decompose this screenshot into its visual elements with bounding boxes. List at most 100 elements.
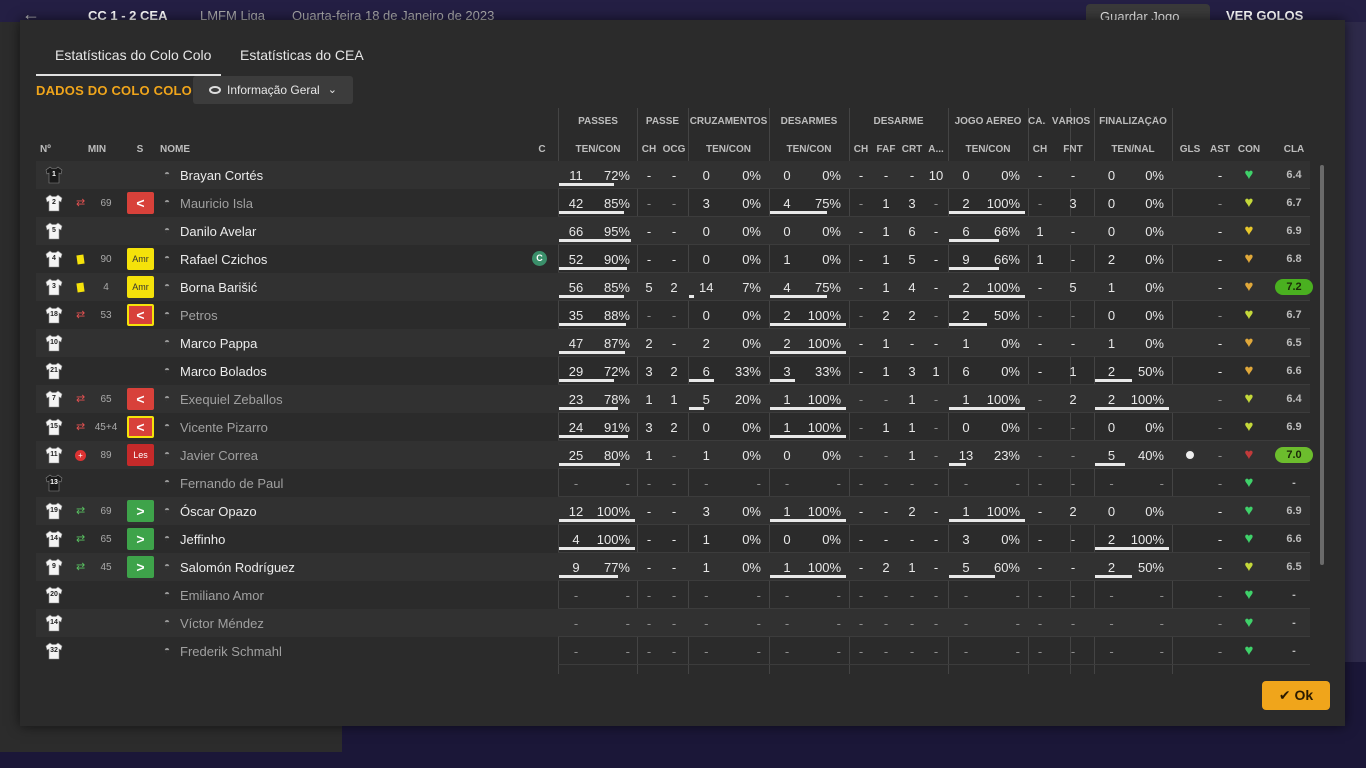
sub-on-badge: > (127, 528, 154, 550)
key-passes: 2 (645, 336, 653, 351)
aerials-attempts: 3 (962, 532, 970, 547)
passes-attempts: 66 (568, 224, 584, 239)
player-icon: ◓ (164, 253, 171, 264)
sub-off-icon: ⇄ (76, 421, 86, 433)
condition-heart-icon: ♥ (1244, 306, 1254, 323)
clearances: - (909, 616, 915, 631)
player-name[interactable]: Salomón Rodríguez (180, 560, 295, 575)
saves: - (933, 448, 939, 463)
interceptions: - (858, 224, 864, 239)
passes-attempts: 42 (568, 196, 584, 211)
fouls-against: - (1070, 448, 1076, 463)
passes-bar (559, 295, 624, 298)
aerials-attempts: - (963, 616, 969, 631)
tackles-pct: - (836, 588, 841, 603)
passes-pct: 77% (603, 560, 630, 575)
player-rating: - (1292, 477, 1296, 489)
shots-pct: 50% (1137, 364, 1164, 379)
player-name[interactable]: Jeffinho (180, 532, 225, 547)
player-name[interactable]: Marco Bolados (180, 364, 267, 379)
shirt-number: 9 (52, 563, 56, 570)
scrollbar-thumb[interactable] (1320, 165, 1324, 565)
clearances: 2 (908, 504, 916, 519)
player-name[interactable]: Brayan Cortés (180, 168, 263, 183)
fouls-against: - (1070, 532, 1076, 547)
tackles-bar (770, 435, 846, 438)
crosses-attempts: 0 (702, 308, 710, 323)
shirt-icon: 2 (44, 193, 64, 213)
passes-pct: 80% (603, 448, 630, 463)
player-icon: ◓ (164, 533, 171, 544)
chances-created: - (671, 504, 677, 519)
player-name[interactable]: Javier Correa (180, 448, 258, 463)
passes-pct: 100% (596, 532, 630, 547)
group-header-ca: CA... (1028, 116, 1046, 127)
shirt-number: 18 (50, 311, 58, 318)
tackles-pct: 100% (807, 392, 841, 407)
interceptions: - (858, 476, 864, 491)
tab-cea-stats[interactable]: Estatísticas do CEA (240, 42, 364, 76)
player-name[interactable]: Danilo Avelar (180, 224, 256, 239)
clearances: - (909, 168, 915, 183)
saves: - (933, 196, 939, 211)
player-name[interactable]: Emiliano Amor (180, 588, 264, 603)
shots-bar (1095, 575, 1132, 578)
ok-label: Ok (1294, 687, 1314, 703)
chances-created: 2 (670, 364, 678, 379)
player-name[interactable]: Víctor Méndez (180, 616, 264, 631)
shots-pct: 100% (1130, 392, 1164, 407)
passes-attempts: 35 (568, 308, 584, 323)
tackles-pct: 0% (822, 532, 841, 547)
passes-attempts: 52 (568, 252, 584, 267)
shirt-number: 3 (52, 283, 56, 290)
crosses-attempts: - (704, 588, 709, 603)
player-name[interactable]: Borna Barišić (180, 280, 257, 295)
minute: 4 (103, 282, 109, 293)
aerials-pct: - (1015, 476, 1020, 491)
crosses-attempts: 14 (699, 280, 714, 295)
fouls-against: - (1070, 252, 1076, 267)
fouls: 1 (882, 196, 890, 211)
player-name[interactable]: Rafael Czichos (180, 252, 267, 267)
player-name[interactable]: Petros (180, 308, 218, 323)
view-dropdown[interactable]: Informação Geral ⌄ (193, 76, 353, 104)
chances-created: - (671, 308, 677, 323)
tackles-bar (770, 295, 827, 298)
player-name[interactable]: Fernando de Paul (180, 476, 283, 491)
tackles-bar (770, 575, 846, 578)
tackles-pct: 100% (807, 560, 841, 575)
aerials-attempts: 1 (962, 336, 970, 351)
tab-colo-colo-stats[interactable]: Estatísticas do Colo Colo (36, 42, 221, 76)
player-name[interactable]: Frederik Schmahl (180, 644, 282, 659)
shirt-number: 14 (50, 535, 58, 542)
shots-attempts: 2 (1107, 364, 1116, 379)
aerials-bar (949, 463, 966, 466)
player-rating: 7.2 (1275, 279, 1313, 295)
cards: - (1037, 476, 1043, 491)
player-name[interactable]: Óscar Opazo (180, 504, 257, 519)
fouls-against: - (1070, 644, 1076, 659)
sub-off-icon: ⇄ (76, 197, 86, 209)
clearances: 3 (908, 196, 916, 211)
ok-button[interactable]: ✔ Ok (1262, 681, 1330, 710)
minute: 69 (100, 198, 112, 209)
crosses-attempts: 3 (702, 504, 710, 519)
fouls: - (883, 448, 889, 463)
assists: - (1217, 308, 1223, 323)
player-name[interactable]: Vicente Pizarro (180, 420, 268, 435)
condition-heart-icon: ♥ (1244, 194, 1254, 211)
column-header-pa-ch: CH (641, 144, 657, 155)
shirt-number: 2 (52, 199, 56, 206)
cards: - (1037, 420, 1043, 435)
player-name[interactable]: Marco Pappa (180, 336, 257, 351)
key-passes: - (646, 476, 652, 491)
player-name[interactable]: Mauricio Isla (180, 196, 253, 211)
assists: - (1217, 644, 1223, 659)
passes-bar (559, 575, 618, 578)
crosses-pct: 0% (742, 504, 761, 519)
player-name[interactable]: Exequiel Zeballos (180, 392, 283, 407)
tackles-pct: 0% (822, 252, 841, 267)
saves: 10 (928, 168, 944, 183)
fouls-against: 5 (1069, 280, 1077, 295)
aerials-attempts: 2 (962, 280, 970, 295)
